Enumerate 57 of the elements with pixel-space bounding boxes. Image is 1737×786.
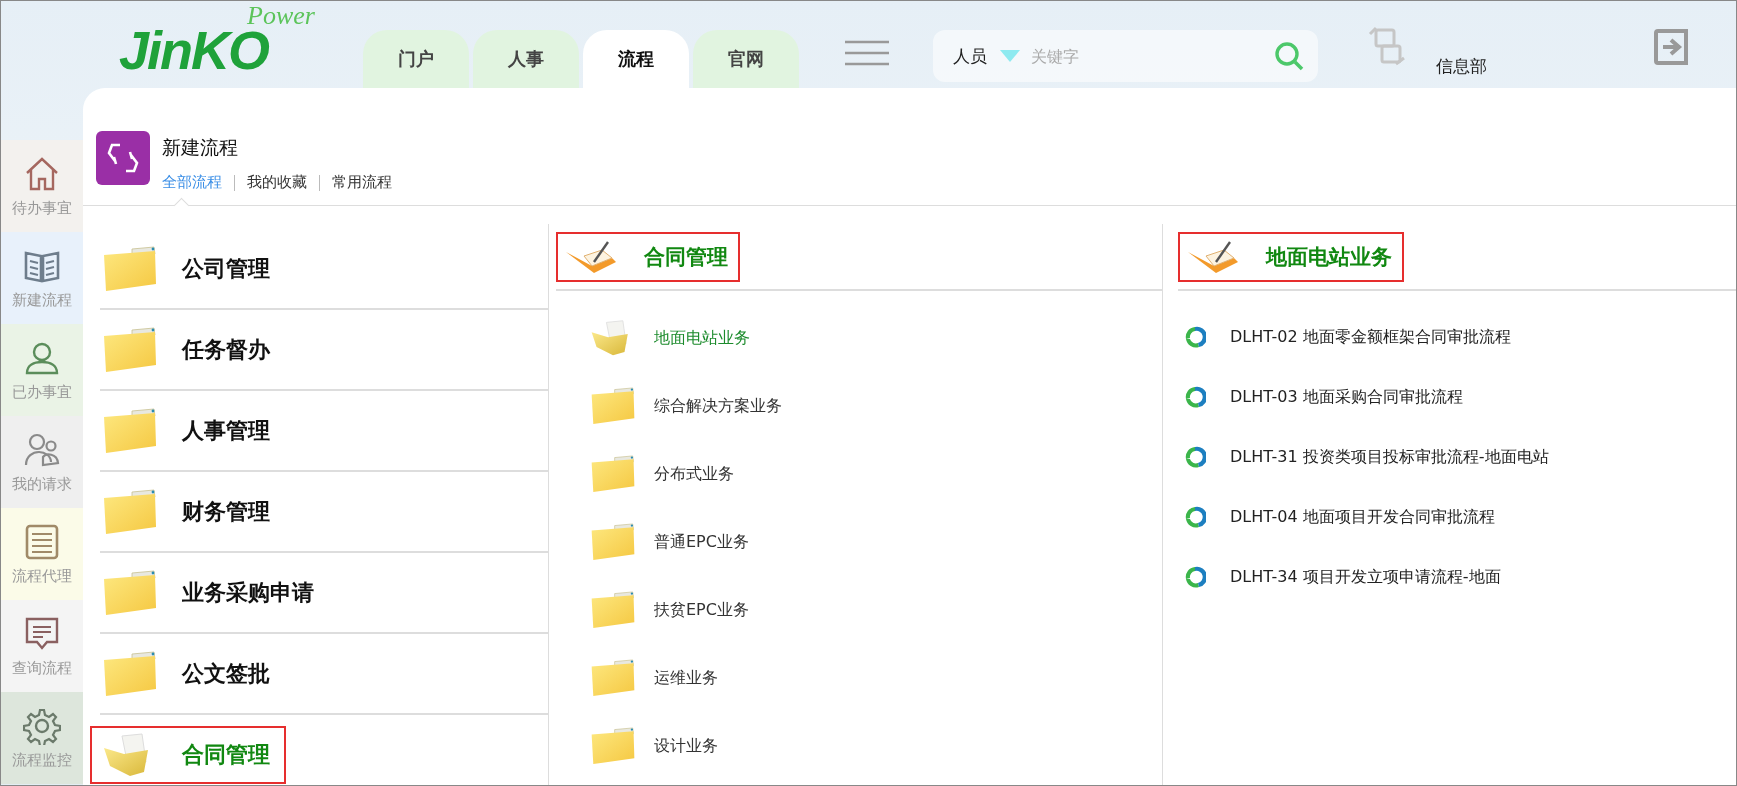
refresh-icon	[1184, 326, 1206, 348]
process-link[interactable]: DLHT-02 地面零金额框架合同审批流程	[1178, 326, 1511, 348]
process-link[interactable]: DLHT-31 投资类项目投标审批流程-地面电站	[1178, 446, 1549, 468]
filter-link[interactable]: 常用流程	[332, 173, 392, 192]
category-item[interactable]: 财务管理	[90, 482, 286, 541]
folder-icon	[590, 455, 636, 493]
subcategory-item[interactable]: 运维业务	[590, 659, 718, 697]
folder-icon	[590, 727, 636, 765]
subcategory-item[interactable]: 分布式业务	[590, 455, 734, 493]
category-item[interactable]: 公司管理	[90, 239, 286, 298]
folder-icon	[590, 659, 636, 697]
list-icon	[23, 522, 61, 561]
folder-icon	[102, 650, 158, 697]
search-field[interactable]: 人员 关键字	[933, 30, 1318, 82]
nav-tab[interactable]: 流程	[583, 30, 689, 88]
search-icon[interactable]	[1274, 41, 1304, 71]
menu-icon[interactable]	[845, 40, 889, 66]
subcategory-item[interactable]: 扶贫EPC业务	[590, 591, 749, 629]
process-link[interactable]: DLHT-34 项目开发立项申请流程-地面	[1178, 566, 1501, 588]
refresh-icon	[1184, 386, 1206, 408]
exit-icon[interactable]	[1653, 28, 1691, 66]
category-item[interactable]: 合同管理	[90, 725, 286, 784]
process-icon	[96, 131, 150, 185]
folder-icon	[102, 407, 158, 454]
folder-icon	[102, 569, 158, 616]
category-item[interactable]: 公文签批	[90, 644, 286, 703]
subcategory-item[interactable]: 普通EPC业务	[590, 523, 749, 561]
nav-tab[interactable]: 官网	[693, 30, 799, 88]
filter-link[interactable]: 我的收藏	[247, 173, 307, 192]
folder-icon	[102, 488, 158, 535]
subcategory-item[interactable]: 综合解决方案业务	[590, 387, 782, 425]
category-item[interactable]: 任务督办	[90, 320, 286, 379]
subcategory-item[interactable]: 地面电站业务	[590, 319, 750, 357]
switch-icon[interactable]	[1368, 24, 1406, 68]
search-scope[interactable]: 人员	[953, 44, 987, 68]
nav-tab[interactable]: 门户	[363, 30, 469, 88]
folder-icon	[102, 326, 158, 373]
gear-icon	[23, 706, 61, 745]
heading-label: 地面电站业务	[1266, 243, 1392, 271]
category-item[interactable]: 业务采购申请	[90, 563, 330, 622]
folder-icon	[590, 523, 636, 561]
process-link[interactable]: DLHT-04 地面项目开发合同审批流程	[1178, 506, 1495, 528]
dropdown-caret-icon[interactable]	[999, 49, 1021, 63]
subcategory-item[interactable]: 设计业务	[590, 727, 718, 765]
heading-label: 合同管理	[644, 243, 728, 271]
nav-tab[interactable]: 人事	[473, 30, 579, 88]
category-item[interactable]: 人事管理	[90, 401, 286, 460]
folder-icon	[590, 591, 636, 629]
folder-icon	[590, 387, 636, 425]
folder-icon	[102, 245, 158, 292]
department-label: 信息部	[1436, 55, 1487, 78]
refresh-icon	[1184, 506, 1206, 528]
page-title: 新建流程	[162, 135, 239, 160]
refresh-icon	[1184, 566, 1206, 588]
filter-link[interactable]: 全部流程	[162, 173, 222, 192]
process-link[interactable]: DLHT-03 地面采购合同审批流程	[1178, 386, 1463, 408]
refresh-icon	[1184, 446, 1206, 468]
